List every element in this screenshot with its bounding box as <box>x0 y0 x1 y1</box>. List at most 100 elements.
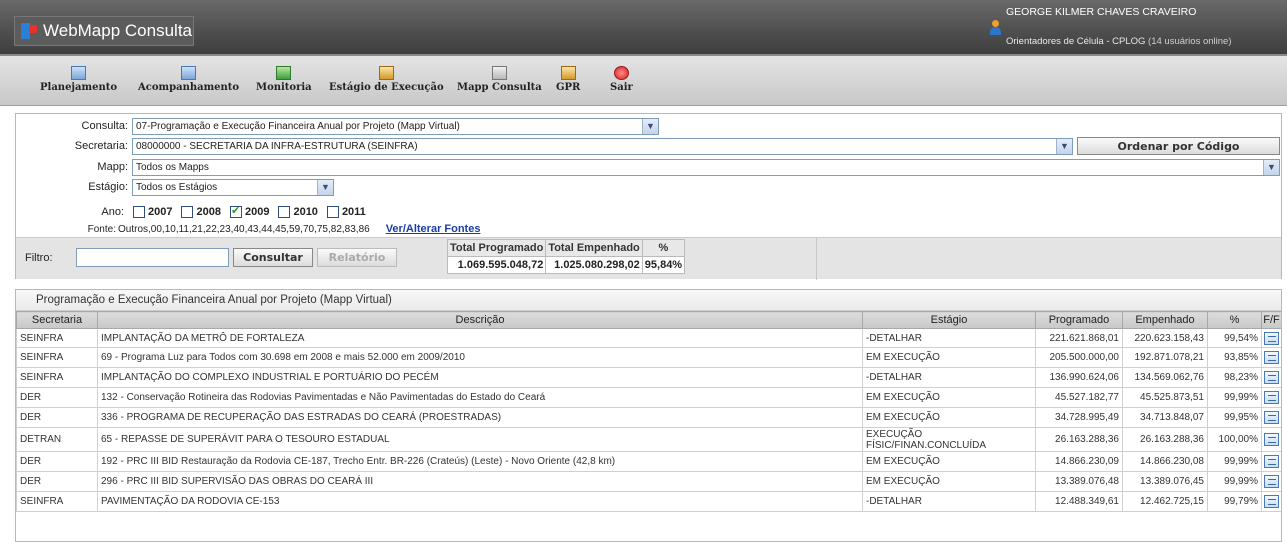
cell-empenhado: 26.163.288,36 <box>1122 427 1208 452</box>
online-users-count: (14 usuários online) <box>1148 36 1232 47</box>
table-header-row: Secretaria Descrição Estágio Programado … <box>16 311 1281 329</box>
results-panel: Programação e Execução Financeira Anual … <box>15 289 1282 542</box>
ff-detail-icon[interactable] <box>1264 433 1279 446</box>
menu-estagio-execucao[interactable]: Estágio de Execução <box>329 66 444 93</box>
col-ff-header[interactable]: F/F <box>1261 311 1281 329</box>
cell-descricao: IMPLANTAÇÃO DA METRÔ DE FORTALEZA <box>97 328 863 348</box>
chevron-down-icon: ▼ <box>642 118 658 134</box>
ff-detail-icon[interactable] <box>1264 411 1279 424</box>
table-row[interactable]: SEINFRA PAVIMENTAÇÃO DA RODOVIA CE-153 -DE… <box>16 491 1281 512</box>
cell-estagio: -DETALHAR <box>862 367 1036 388</box>
cell-programado: 14.866.230,09 <box>1035 451 1123 472</box>
results-table: Secretaria Descrição Estágio Programado … <box>16 311 1281 512</box>
mapp-select[interactable]: Todos os Mapps ▼ <box>132 158 1280 176</box>
year-2008-checkbox[interactable] <box>181 206 194 218</box>
menu-planejamento[interactable]: Planejamento <box>40 66 117 93</box>
col-percent-header[interactable]: % <box>1207 311 1262 329</box>
table-row[interactable]: DETRAN 65 - REPASSE DE SUPERÁVIT PARA O T… <box>16 427 1281 452</box>
app-logo[interactable]: WebMapp Consulta <box>14 16 194 46</box>
cell-descricao: 65 - REPASSE DE SUPERÁVIT PARA O TESOURO… <box>97 427 863 452</box>
order-by-code-button[interactable]: Ordenar por Código <box>1077 137 1280 155</box>
ff-detail-icon[interactable] <box>1264 495 1279 508</box>
user-unit: Orientadores de Célula - CPLOG (14 usuár… <box>1006 36 1232 47</box>
total-percent-header: % <box>641 239 686 257</box>
cell-ff <box>1261 407 1281 428</box>
table-row[interactable]: SEINFRA IMPLANTAÇÃO DO COMPLEXO INDUSTRIA… <box>16 367 1281 388</box>
table-row[interactable]: SEINFRA IMPLANTAÇÃO DA METRÔ DE FORTALEZA… <box>16 328 1281 348</box>
cell-percent: 93,85% <box>1207 347 1262 368</box>
cell-programado: 221.621.868,01 <box>1035 328 1123 348</box>
mapp-label: Mapp: <box>97 161 128 173</box>
ff-detail-icon[interactable] <box>1264 351 1279 364</box>
menu-acompanhamento[interactable]: Acompanhamento <box>138 66 239 93</box>
menu-gpr[interactable]: GPR <box>556 66 580 93</box>
query-form: Consulta: 07-Programação e Execução Fina… <box>15 113 1282 280</box>
cell-descricao: 69 - Programa Luz para Todos com 30.698 … <box>97 347 863 368</box>
table-row[interactable]: DER 132 - Conservação Rotineira das Rodov… <box>16 387 1281 408</box>
cell-estagio: EM EXECUÇÃO <box>862 387 1036 408</box>
estagio-select[interactable]: Todos os Estágios ▼ <box>132 178 334 196</box>
cell-descricao: 192 - PRC III BID Restauração da Rodovia… <box>97 451 863 472</box>
table-row[interactable]: DER 192 - PRC III BID Restauração da Rodo… <box>16 451 1281 472</box>
user-icon <box>990 20 1001 36</box>
table-row[interactable]: DER 296 - PRC III BID SUPERVISÃO DAS OBRA… <box>16 471 1281 492</box>
cell-estagio: -DETALHAR <box>862 328 1036 348</box>
exit-icon <box>613 66 629 80</box>
results-title: Programação e Execução Financeira Anual … <box>16 290 1281 311</box>
secretaria-label: Secretaria: <box>74 140 128 152</box>
cell-percent: 98,23% <box>1207 367 1262 388</box>
year-2009-checkbox[interactable] <box>229 204 242 218</box>
consulta-select[interactable]: 07-Programação e Execução Financeira Anu… <box>132 117 659 135</box>
consultar-button[interactable]: Consultar <box>233 248 313 267</box>
year-2010-checkbox[interactable] <box>278 206 291 218</box>
year-2007-label: 2007 <box>148 206 173 218</box>
planning-icon <box>71 66 87 80</box>
table-row[interactable]: SEINFRA 69 - Programa Luz para Todos com … <box>16 347 1281 368</box>
cell-percent: 99,54% <box>1207 328 1262 348</box>
cell-empenhado: 45.525.873,51 <box>1122 387 1208 408</box>
ff-detail-icon[interactable] <box>1264 391 1279 404</box>
fonte-values: Outros,00,10,11,21,22,23,40,43,44,45,59,… <box>118 223 370 235</box>
totals-table: Total Programado Total Empenhado % 1.069… <box>446 239 686 274</box>
cell-estagio: EXECUÇÃO FÍSIC/FINAN.CONCLUÍDA <box>862 427 1036 452</box>
cell-descricao: PAVIMENTAÇÃO DA RODOVIA CE-153 <box>97 491 863 512</box>
cell-percent: 99,99% <box>1207 451 1262 472</box>
col-estagio-header[interactable]: Estágio <box>862 311 1036 329</box>
top-bar: WebMapp Consulta GEORGE KILMER CHAVES CR… <box>0 0 1287 56</box>
chevron-down-icon: ▼ <box>1056 138 1072 154</box>
col-secretaria-header[interactable]: Secretaria <box>16 311 98 329</box>
webmapp-logo-icon <box>21 23 37 39</box>
menu-mapp-consulta[interactable]: Mapp Consulta <box>457 66 542 93</box>
secretaria-select[interactable]: 08000000 - SECRETARIA DA INFRA-ESTRUTURA… <box>132 137 1073 155</box>
cell-ff <box>1261 328 1281 348</box>
cell-programado: 13.389.076,48 <box>1035 471 1123 492</box>
cell-empenhado: 192.871.078,21 <box>1122 347 1208 368</box>
menu-monitoria[interactable]: Monitoria <box>256 66 312 93</box>
cell-secretaria: DER <box>16 407 98 428</box>
year-2011-checkbox[interactable] <box>326 206 339 218</box>
ff-detail-icon[interactable] <box>1264 475 1279 488</box>
cell-programado: 136.990.624,06 <box>1035 367 1123 388</box>
menu-sair[interactable]: Sair <box>610 66 633 93</box>
filter-input[interactable] <box>76 248 229 267</box>
ff-detail-icon[interactable] <box>1264 331 1279 345</box>
year-2009-label: 2009 <box>244 206 270 218</box>
year-2007-checkbox[interactable] <box>133 206 145 218</box>
col-programado-header[interactable]: Programado <box>1035 311 1123 329</box>
cell-programado: 12.488.349,61 <box>1035 491 1123 512</box>
divider <box>816 238 817 280</box>
ff-detail-icon[interactable] <box>1264 371 1279 384</box>
cell-secretaria: DER <box>16 471 98 492</box>
cell-secretaria: DETRAN <box>16 427 98 452</box>
cell-empenhado: 34.713.848,07 <box>1122 407 1208 428</box>
change-fontes-link[interactable]: Ver/Alterar Fontes <box>386 223 481 235</box>
estagio-row: Estágio: Todos os Estágios ▼ <box>16 178 334 196</box>
table-row[interactable]: DER 336 - PROGRAMA DE RECUPERAÇÃO DAS EST… <box>16 407 1281 428</box>
ff-detail-icon[interactable] <box>1264 455 1279 468</box>
mapp-query-icon <box>491 66 507 80</box>
col-empenhado-header[interactable]: Empenhado <box>1122 311 1208 329</box>
col-descricao-header[interactable]: Descrição <box>97 311 863 329</box>
cell-descricao: 336 - PROGRAMA DE RECUPERAÇÃO DAS ESTRAD… <box>97 407 863 428</box>
cell-secretaria: DER <box>16 451 98 472</box>
cell-percent: 99,99% <box>1207 471 1262 492</box>
